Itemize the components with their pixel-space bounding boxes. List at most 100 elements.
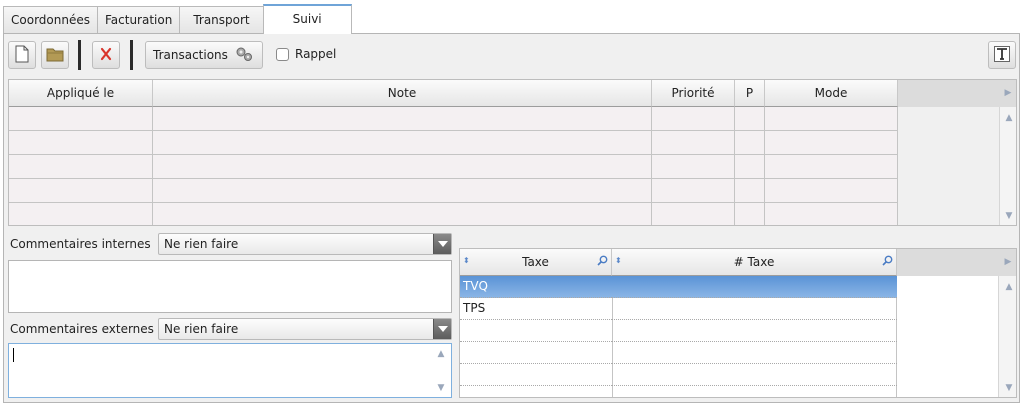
table-cell[interactable] (652, 107, 735, 131)
table-row[interactable]: TPS (460, 298, 897, 320)
suivi-panel: Transactions Rappel Appliqué le Note Pri… (3, 33, 1020, 403)
table-cell[interactable] (735, 107, 765, 131)
chevron-down-icon (433, 319, 451, 339)
table-cell[interactable] (153, 179, 652, 203)
external-comments-action-select[interactable]: Ne rien faire (158, 318, 452, 340)
tax-number-cell (612, 298, 897, 320)
tax-name-cell (460, 342, 612, 364)
table-row[interactable]: TVQ (460, 276, 897, 298)
text-format-button[interactable] (988, 41, 1016, 69)
table-cell[interactable] (9, 179, 153, 203)
table-cell[interactable] (153, 155, 652, 179)
table-cell[interactable] (9, 107, 153, 131)
gears-icon (234, 45, 254, 66)
header-filler (897, 249, 1016, 276)
tab-coordonnees[interactable]: Coordonnées (3, 6, 98, 34)
transactions-label: Transactions (153, 48, 228, 62)
tax-table-body: TVQ TPS (460, 276, 897, 397)
tab-transport[interactable]: Transport (179, 6, 264, 34)
external-comments-textarea[interactable]: ▲ ▼ (8, 343, 452, 398)
column-header-taxe-label: Taxe (522, 255, 549, 269)
folder-icon (46, 46, 64, 65)
scroll-down-icon[interactable]: ▼ (1001, 380, 1016, 396)
table-cell[interactable] (765, 179, 898, 203)
table-row[interactable] (460, 320, 897, 342)
row-filler (898, 155, 999, 179)
tab-facturation[interactable]: Facturation (96, 6, 181, 34)
column-menu-icon[interactable]: ▶ (1000, 254, 1016, 270)
tab-suivi[interactable]: Suivi (262, 4, 352, 34)
scroll-down-icon[interactable]: ▼ (1001, 208, 1016, 224)
table-cell[interactable] (9, 131, 153, 155)
column-header-num-taxe[interactable]: ⬍ # Taxe (612, 249, 897, 276)
table-cell[interactable] (652, 203, 735, 225)
table-cell[interactable] (735, 131, 765, 155)
text-t-icon (994, 45, 1010, 65)
table-cell[interactable] (735, 179, 765, 203)
search-icon[interactable] (882, 249, 893, 275)
row-filler (898, 203, 999, 225)
rappel-checkbox[interactable] (276, 48, 289, 61)
tax-number-cell (612, 320, 897, 342)
table-cell[interactable] (735, 203, 765, 225)
scroll-up-icon[interactable]: ▲ (1001, 110, 1016, 126)
table-cell[interactable] (153, 107, 652, 131)
search-icon[interactable] (597, 249, 608, 275)
external-comments-label: Commentaires externes (10, 322, 154, 336)
tax-scrollbar[interactable]: ▲ ▼ (998, 276, 1016, 397)
toolbar-separator (78, 40, 81, 70)
tax-number-cell (612, 342, 897, 364)
tax-number-cell (612, 364, 897, 386)
internal-comments-textarea[interactable] (8, 260, 452, 313)
table-cell[interactable] (9, 203, 153, 225)
table-cell[interactable] (735, 155, 765, 179)
table-cell[interactable] (153, 203, 652, 225)
scroll-up-icon[interactable]: ▲ (1001, 279, 1016, 295)
column-header-mode[interactable]: Mode (765, 80, 898, 107)
notes-scrollbar[interactable]: ▲ ▼ (999, 107, 1016, 225)
scroll-up-icon[interactable]: ▲ (433, 346, 449, 362)
delete-x-icon (99, 47, 113, 64)
tab-bar: Coordonnées Facturation Transport Suivi (3, 4, 352, 34)
row-filler (898, 107, 999, 131)
column-header-note[interactable]: Note (153, 80, 652, 107)
open-button[interactable] (41, 41, 69, 69)
table-cell[interactable] (765, 155, 898, 179)
table-cell[interactable] (153, 131, 652, 155)
internal-comments-label: Commentaires internes (10, 237, 151, 251)
notes-table: Appliqué le Note Priorité P Mode ▲ ▼ ▶ (8, 79, 1017, 226)
external-comments-action-value: Ne rien faire (164, 322, 239, 336)
new-button[interactable] (8, 41, 36, 69)
table-cell[interactable] (652, 131, 735, 155)
table-cell[interactable] (652, 155, 735, 179)
tax-name-cell (460, 364, 612, 386)
row-filler (898, 179, 999, 203)
internal-comments-action-select[interactable]: Ne rien faire (158, 233, 452, 255)
table-cell[interactable] (765, 203, 898, 225)
scroll-down-icon[interactable]: ▼ (433, 380, 449, 396)
column-header-applique-le[interactable]: Appliqué le (9, 80, 153, 107)
transactions-button[interactable]: Transactions (145, 41, 263, 69)
delete-button[interactable] (92, 41, 120, 69)
table-cell[interactable] (765, 131, 898, 155)
rappel-label: Rappel (295, 47, 337, 61)
tax-name-cell: TPS (460, 298, 612, 320)
column-header-num-taxe-label: # Taxe (733, 255, 775, 269)
tax-table: ⬍ Taxe ⬍ # Taxe TVQ TPS ▲ ▼ ▶ (459, 248, 1017, 398)
tax-name-cell: TVQ (460, 276, 612, 298)
column-header-priorite[interactable]: Priorité (652, 80, 735, 107)
table-row[interactable] (460, 342, 897, 364)
table-row[interactable] (460, 364, 897, 386)
table-cell[interactable] (9, 155, 153, 179)
tax-name-cell (460, 320, 612, 342)
column-menu-icon[interactable]: ▶ (1000, 85, 1016, 101)
sort-icon: ⬍ (615, 256, 622, 265)
column-header-taxe[interactable]: ⬍ Taxe (460, 249, 612, 276)
table-cell[interactable] (652, 179, 735, 203)
new-document-icon (15, 45, 29, 66)
table-cell[interactable] (765, 107, 898, 131)
chevron-down-icon (433, 234, 451, 254)
row-filler (898, 131, 999, 155)
column-header-p[interactable]: P (735, 80, 765, 107)
text-cursor (13, 348, 14, 362)
